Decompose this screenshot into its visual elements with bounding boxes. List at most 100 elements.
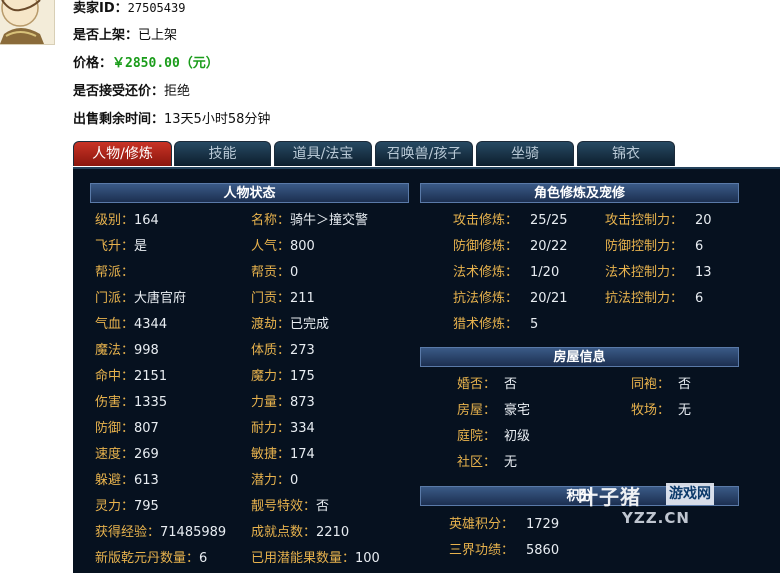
house-info-row-1-col-0: 房屋： 豪宅 <box>457 399 530 418</box>
time-left-label: 出售剩余时间： <box>73 112 165 127</box>
character-stat-label: 级别： <box>95 213 135 228</box>
house-info-label: 社区： <box>457 455 497 470</box>
cultivation-stat-value: 20 <box>695 213 712 228</box>
character-stat-value: 2210 <box>316 525 350 540</box>
cultivation-stat-row-2-col-0: 法术修炼： 1/20 <box>453 261 559 280</box>
character-stat-label: 名称： <box>251 213 291 228</box>
character-stat-row-5-col-0: 魔法：998 <box>95 339 159 358</box>
price-label: 价格： <box>73 56 113 71</box>
character-stat-label: 成就点数： <box>251 525 317 540</box>
house-info-row-2-col-0: 庭院： 初级 <box>457 425 530 444</box>
character-stat-label: 魔法： <box>95 343 135 358</box>
cultivation-stat-value: 25/25 <box>530 213 568 228</box>
character-stat-label: 敏捷： <box>251 447 291 462</box>
cultivation-stat-row-4-col-0: 猎术修炼： 5 <box>453 313 538 332</box>
character-stat-row-6-col-0: 命中：2151 <box>95 365 167 384</box>
cultivation-stat-value: 6 <box>695 239 704 254</box>
character-stat-row-8-col-0: 防御：807 <box>95 417 159 436</box>
character-stat-row-9-col-0: 速度：269 <box>95 443 159 462</box>
character-stat-row-9-col-1: 敏捷：174 <box>251 443 315 462</box>
character-stat-value: 998 <box>134 343 159 358</box>
cultivation-stat-row-0-col-0: 攻击修炼： 25/25 <box>453 209 567 228</box>
character-stat-row-6-col-1: 魔力：175 <box>251 365 315 384</box>
character-stat-value: 613 <box>134 473 159 488</box>
character-stat-label: 防御： <box>95 421 135 436</box>
time-left-row: 出售剩余时间：13天5小时58分钟 <box>73 108 270 127</box>
cultivation-stat-value: 20/22 <box>530 239 568 254</box>
cultivation-stat-row-1-col-0: 防御修炼： 20/22 <box>453 235 567 254</box>
character-stat-row-11-col-1: 靓号特效：否 <box>251 495 329 514</box>
price-row: 价格：￥2850.00（元） <box>73 52 219 71</box>
character-stat-label: 耐力： <box>251 421 291 436</box>
character-stat-row-4-col-1: 渡劫：已完成 <box>251 313 329 332</box>
character-stat-value: 800 <box>290 239 315 254</box>
cultivation-stat-label: 攻击控制力： <box>605 213 684 228</box>
cultivation-stat-row-2-col-1: 法术控制力： 13 <box>605 261 712 280</box>
cultivation-stat-value: 5 <box>530 317 539 332</box>
tab-outfits[interactable]: 锦衣 <box>577 141 675 166</box>
character-stat-label: 潜力： <box>251 473 291 488</box>
cultivation-stat-label: 防御控制力： <box>605 239 684 254</box>
character-stat-label: 渡劫： <box>251 317 291 332</box>
character-stat-value: 807 <box>134 421 159 436</box>
cultivation-stat-label: 猎术修炼： <box>453 317 519 332</box>
cultivation-stat-row-3-col-1: 抗法控制力： 6 <box>605 287 703 306</box>
character-stat-label: 力量： <box>251 395 291 410</box>
character-stat-label: 门贡： <box>251 291 291 306</box>
character-stat-label: 门派： <box>95 291 135 306</box>
character-stat-value: 71485989 <box>160 525 227 540</box>
counter-offer-row: 是否接受还价：拒绝 <box>73 80 190 99</box>
points-info-row-0-col-0: 英雄积分： 1729 <box>449 513 559 532</box>
tab-items[interactable]: 道具/法宝 <box>274 141 372 166</box>
character-stat-label: 飞升： <box>95 239 135 254</box>
cultivation-stat-row-3-col-0: 抗法修炼： 20/21 <box>453 287 567 306</box>
tab-pets[interactable]: 召唤兽/孩子 <box>375 141 473 166</box>
time-left-value: 13天5小时58分钟 <box>164 112 271 127</box>
character-stat-value: 0 <box>290 265 299 280</box>
character-status-header: 人物状态 <box>90 183 409 203</box>
cultivation-stat-row-0-col-1: 攻击控制力： 20 <box>605 209 712 228</box>
points-info-value: 1729 <box>526 517 560 532</box>
character-stat-value: 273 <box>290 343 315 358</box>
tab-mounts[interactable]: 坐骑 <box>476 141 574 166</box>
seller-id-row: 卖家ID：27505439 <box>73 0 185 16</box>
cultivation-stat-label: 抗法控制力： <box>605 291 684 306</box>
house-info-row-3-col-0: 社区： 无 <box>457 451 517 470</box>
character-stat-value: 4344 <box>134 317 168 332</box>
character-stat-row-1-col-1: 人气：800 <box>251 235 315 254</box>
character-stat-value: 795 <box>134 499 159 514</box>
points-info-row-1-col-0: 三界功绩： 5860 <box>449 539 559 558</box>
character-stat-value: 骑牛＞撞交警 <box>290 213 369 228</box>
tab-character[interactable]: 人物/修炼 <box>73 141 172 166</box>
points-info-label: 三界功绩： <box>449 543 515 558</box>
character-stat-row-1-col-0: 飞升：是 <box>95 235 147 254</box>
character-stat-row-2-col-1: 帮贡：0 <box>251 261 298 280</box>
cultivation-header: 角色修炼及宠修 <box>420 183 739 203</box>
watermark-url: YZZ.CN <box>622 509 690 527</box>
house-info-value: 否 <box>678 377 692 392</box>
character-stat-row-7-col-0: 伤害：1335 <box>95 391 167 410</box>
cultivation-stat-label: 法术控制力： <box>605 265 684 280</box>
character-stat-row-13-col-0: 新版乾元丹数量：6 <box>95 547 207 566</box>
character-stat-value: 334 <box>290 421 315 436</box>
character-stat-row-7-col-1: 力量：873 <box>251 391 315 410</box>
points-info-label: 英雄积分： <box>449 517 515 532</box>
cultivation-stat-label: 抗法修炼： <box>453 291 519 306</box>
character-stat-label: 已用潜能果数量： <box>251 551 356 566</box>
character-stat-label: 魔力： <box>251 369 291 384</box>
points-info-value: 5860 <box>526 543 560 558</box>
character-stat-value: 175 <box>290 369 315 384</box>
character-stat-value: 100 <box>355 551 380 566</box>
character-stat-value: 174 <box>290 447 315 462</box>
house-info-value: 无 <box>504 455 518 470</box>
character-stat-value: 211 <box>290 291 315 306</box>
character-stat-value: 873 <box>290 395 315 410</box>
character-stat-row-11-col-0: 灵力：795 <box>95 495 159 514</box>
character-stat-row-0-col-0: 级别：164 <box>95 209 159 228</box>
character-stat-value: 164 <box>134 213 159 228</box>
character-stat-row-10-col-1: 潜力：0 <box>251 469 298 488</box>
cultivation-stat-label: 法术修炼： <box>453 265 519 280</box>
counter-offer-label: 是否接受还价： <box>73 84 165 99</box>
character-stat-value: 2151 <box>134 369 168 384</box>
tab-skills[interactable]: 技能 <box>174 141 271 166</box>
